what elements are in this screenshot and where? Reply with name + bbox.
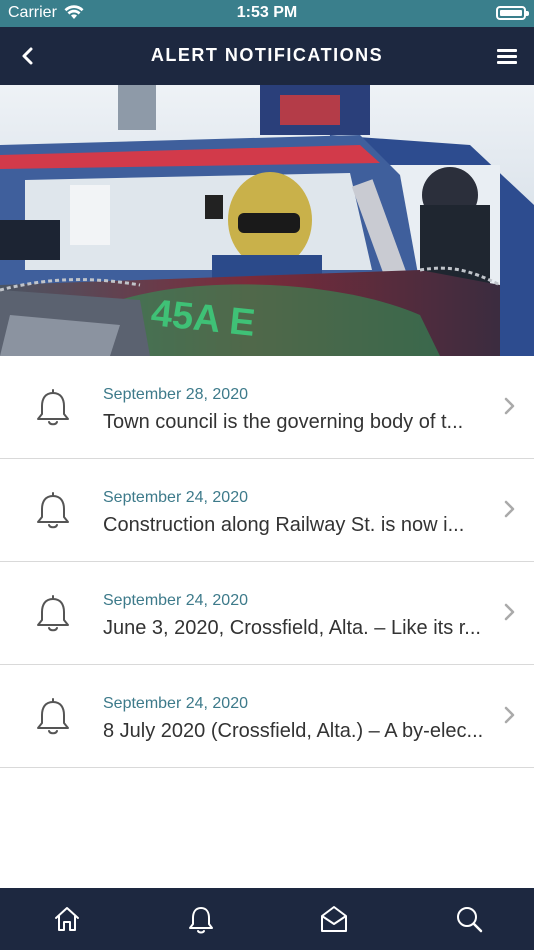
demolition-car-illustration: 45A E: [0, 85, 534, 356]
battery-icon: [496, 6, 529, 20]
bell-icon: [37, 698, 69, 735]
status-bar: Carrier 1:53 PM: [0, 0, 534, 27]
notification-date: September 24, 2020: [103, 695, 248, 712]
bell-icon: [37, 389, 69, 426]
notification-item[interactable]: September 28, 2020 Town council is the g…: [0, 356, 534, 459]
tab-bar: [0, 888, 534, 950]
search-icon[interactable]: [454, 904, 484, 934]
bell-icon: [37, 492, 69, 529]
notification-date: September 24, 2020: [103, 592, 248, 609]
page-title: ALERT NOTIFICATIONS: [150, 45, 384, 65]
chevron-right-icon: [504, 397, 515, 415]
notification-item[interactable]: September 24, 2020 Construction along Ra…: [0, 459, 534, 562]
notification-list: September 28, 2020 Town council is the g…: [0, 356, 534, 768]
chevron-right-icon: [504, 603, 515, 621]
notification-text: June 3, 2020, Crossfield, Alta. – Like i…: [103, 617, 481, 639]
notification-item[interactable]: September 24, 2020 8 July 2020 (Crossfie…: [0, 665, 534, 768]
notification-text: 8 July 2020 (Crossfield, Alta.) – A by-e…: [103, 720, 484, 742]
bell-icon: [37, 595, 69, 632]
envelope-open-icon[interactable]: [319, 904, 349, 934]
notification-date: September 28, 2020: [103, 386, 248, 403]
notification-text: Town council is the governing body of t.…: [103, 411, 464, 433]
hamburger-menu-icon[interactable]: [494, 43, 520, 69]
notification-text: Construction along Railway St. is now i.…: [103, 514, 465, 536]
home-icon[interactable]: [52, 904, 82, 934]
notification-item[interactable]: September 24, 2020 June 3, 2020, Crossfi…: [0, 562, 534, 665]
chevron-right-icon: [504, 706, 515, 724]
clock: 1:53 PM: [236, 4, 298, 21]
bell-icon[interactable]: [186, 904, 216, 934]
nav-bar: ALERT NOTIFICATIONS: [0, 27, 534, 85]
hero-image: 45A E: [0, 85, 534, 356]
notification-date: September 24, 2020: [103, 489, 248, 506]
chevron-right-icon: [504, 500, 515, 518]
